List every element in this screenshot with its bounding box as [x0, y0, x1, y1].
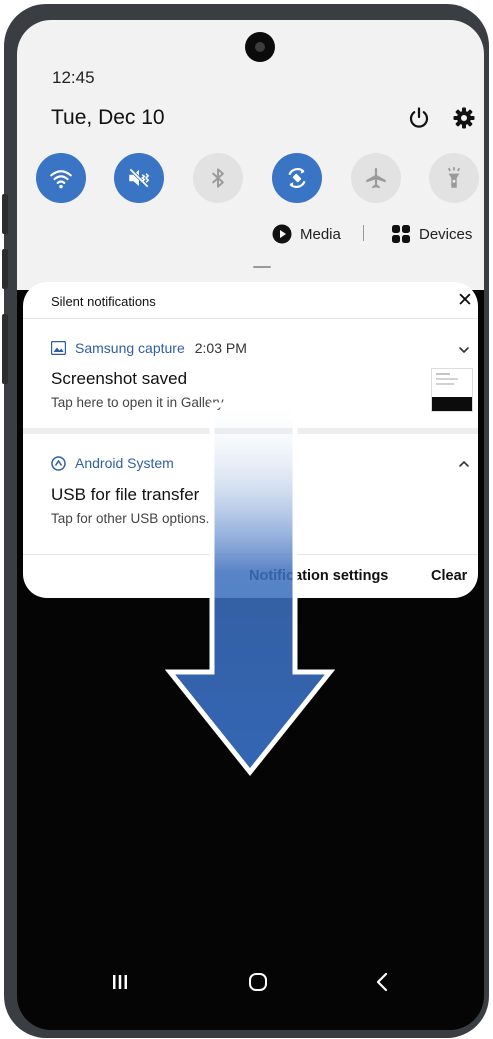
chevron-up-icon[interactable] [457, 457, 471, 471]
phone-frame: 12:45 Tue, Dec 10 Media Devices Silent n… [2, 4, 489, 1038]
notification-text: Tap here to open it in Gallery. [51, 395, 227, 410]
android-system-icon [51, 455, 66, 471]
devices-label: Devices [419, 225, 473, 243]
status-time: 12:45 [52, 68, 95, 87]
front-camera [245, 32, 275, 62]
devices-icon [392, 225, 410, 243]
notification-app-row: Android System [51, 453, 174, 473]
screenshot-thumbnail[interactable] [431, 368, 473, 412]
phone-screen: 12:45 Tue, Dec 10 Media Devices Silent n… [17, 20, 484, 1030]
chevron-down-icon[interactable] [457, 343, 471, 357]
card-footer: Notification settings Clear [23, 562, 478, 592]
silent-notifications-header: Silent notifications ✕ [23, 282, 478, 318]
app-name: Android System [75, 455, 174, 471]
media-divider [363, 225, 364, 241]
section-title: Silent notifications [51, 294, 156, 309]
notification-shade: 12:45 Tue, Dec 10 Media Devices [17, 20, 484, 290]
power-icon[interactable] [407, 106, 431, 130]
phone-screenshot: 12:45 Tue, Dec 10 Media Devices Silent n… [0, 0, 493, 1039]
status-date[interactable]: Tue, Dec 10 [51, 106, 165, 130]
notification-text: Tap for other USB options. [51, 511, 210, 526]
notifications-card: Silent notifications ✕ Samsung capture 2… [23, 282, 478, 598]
wifi-toggle[interactable] [36, 153, 86, 203]
sound-toggle[interactable] [114, 153, 164, 203]
quick-settings-row [36, 153, 479, 203]
back-icon[interactable] [375, 972, 389, 992]
auto-rotate-toggle[interactable] [272, 153, 322, 203]
bluetooth-icon [211, 168, 224, 188]
media-label: Media [300, 225, 341, 243]
notification-title: USB for file transfer [51, 485, 200, 504]
gear-icon[interactable] [452, 106, 476, 130]
notification-app-row: Samsung capture 2:03 PM [51, 338, 247, 358]
notification-separator [23, 428, 478, 434]
flashlight-icon [447, 167, 461, 188]
volume-button [2, 194, 8, 234]
close-icon[interactable]: ✕ [457, 291, 473, 310]
notification-time: 2:03 PM [194, 340, 247, 356]
airplane-toggle[interactable] [351, 153, 401, 203]
devices-button[interactable]: Devices [391, 222, 472, 246]
mute-icon [129, 168, 150, 188]
media-button[interactable]: Media [272, 222, 341, 246]
side-key [2, 314, 8, 384]
image-icon [51, 341, 66, 355]
auto-rotate-icon [288, 168, 306, 188]
home-icon[interactable] [248, 972, 268, 992]
recent-apps-icon[interactable] [112, 974, 128, 990]
wifi-icon [50, 170, 72, 189]
volume-button-lower [2, 249, 8, 289]
notification-title: Screenshot saved [51, 369, 188, 388]
divider [23, 554, 478, 555]
app-name: Samsung capture [75, 340, 185, 356]
play-icon [272, 224, 292, 244]
clear-button[interactable]: Clear [431, 568, 467, 584]
drag-handle[interactable] [253, 266, 271, 268]
notification-settings-button[interactable]: Notification settings [249, 568, 388, 584]
bluetooth-toggle[interactable] [193, 153, 243, 203]
airplane-icon [366, 167, 386, 189]
flashlight-toggle[interactable] [429, 153, 479, 203]
divider [23, 318, 478, 319]
